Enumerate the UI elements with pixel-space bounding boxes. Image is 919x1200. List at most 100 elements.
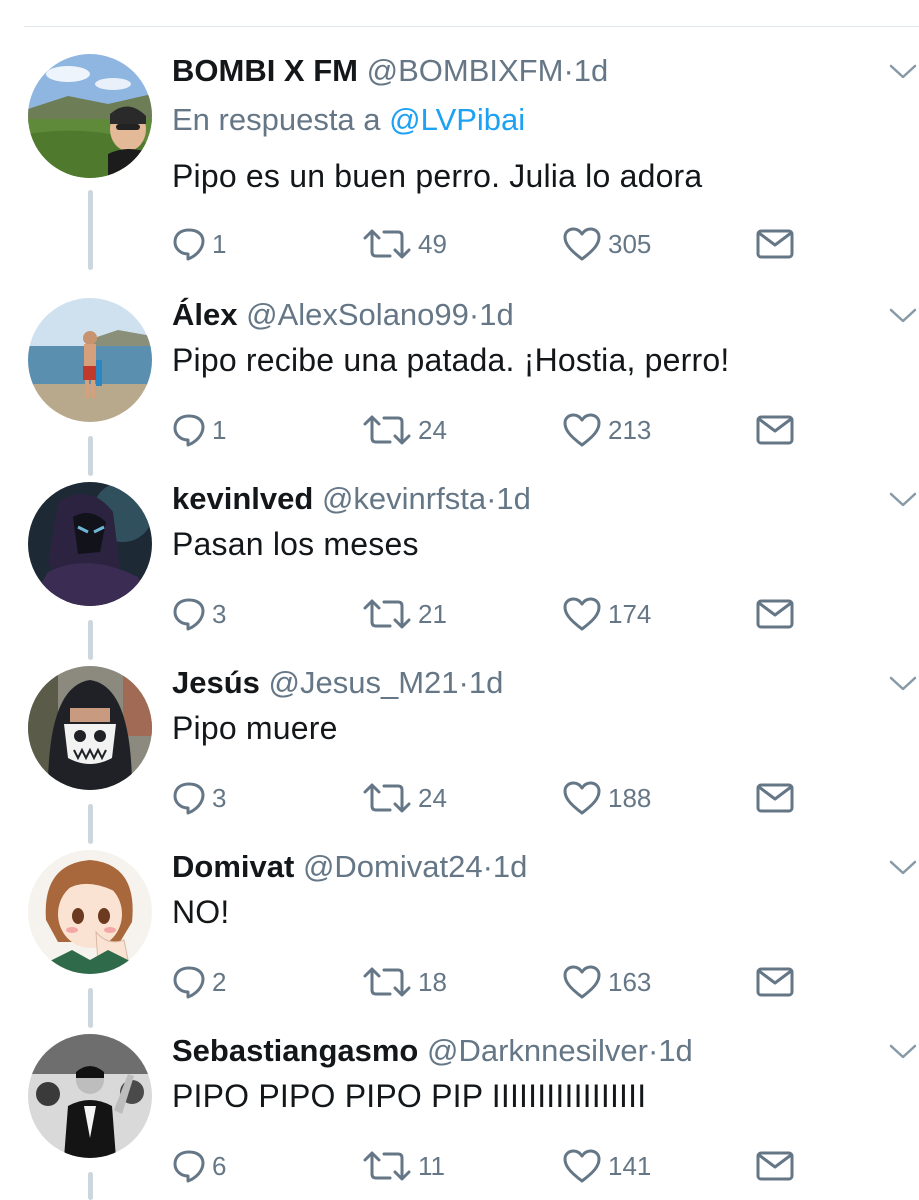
tweet-actions: 1 24 213 [172, 410, 812, 450]
retweet-count: 24 [418, 414, 447, 445]
avatar-dark-character-image [28, 482, 152, 606]
tweet-text: Pipo es un buen perro. Julia lo adora [172, 158, 703, 194]
tweet-text: Pipo recibe una patada. ¡Hostia, perro! [172, 342, 730, 378]
envelope-icon [756, 599, 794, 629]
direct-message-button[interactable] [756, 224, 794, 264]
reply-button[interactable]: 3 [172, 778, 226, 818]
reply-count: 3 [212, 782, 227, 813]
thread-connector [88, 190, 93, 270]
retweet-count: 11 [418, 1150, 445, 1181]
display-name[interactable]: kevinlved [172, 481, 313, 516]
display-name[interactable]: Álex [172, 297, 237, 332]
thread-connector [88, 1172, 93, 1200]
like-count: 174 [608, 598, 652, 629]
timestamp[interactable]: 1d [493, 849, 527, 884]
reply-button[interactable]: 6 [172, 1146, 226, 1186]
retweet-count: 24 [418, 782, 447, 813]
envelope-icon [756, 1151, 794, 1181]
user-handle[interactable]: @Jesus_M21 [269, 665, 459, 700]
avatar[interactable] [28, 666, 152, 790]
retweet-button[interactable]: 24 [362, 778, 447, 818]
timestamp[interactable]: 1d [479, 297, 513, 332]
tweet-actions: 1 49 305 [172, 224, 812, 264]
retweet-count: 18 [418, 966, 447, 997]
like-button[interactable]: 305 [562, 224, 651, 264]
retweet-icon [363, 783, 411, 813]
display-name[interactable]: BOMBI X FM [172, 53, 358, 88]
reply-icon [173, 414, 205, 447]
avatar[interactable] [28, 298, 152, 422]
user-handle[interactable]: @Darknnesilver [427, 1033, 648, 1068]
retweet-icon [363, 415, 411, 445]
user-handle[interactable]: @Domivat24 [303, 849, 483, 884]
reply-count: 1 [212, 228, 227, 259]
chevron-down-icon[interactable] [888, 674, 918, 694]
separator-dot: · [486, 481, 497, 516]
retweet-button[interactable]: 11 [362, 1146, 445, 1186]
separator-dot: · [468, 297, 480, 332]
retweet-icon [363, 229, 411, 259]
reply-count: 1 [212, 414, 227, 445]
display-name[interactable]: Jesús [172, 665, 260, 700]
user-handle[interactable]: @AlexSolano99 [246, 297, 469, 332]
reply-count: 6 [212, 1150, 227, 1181]
avatar-skull-mask-image [28, 666, 152, 790]
like-button[interactable]: 213 [562, 410, 651, 450]
direct-message-button[interactable] [756, 594, 794, 634]
reply-button[interactable]: 3 [172, 594, 226, 634]
avatar[interactable] [28, 482, 152, 606]
timestamp[interactable]: 1d [658, 1033, 692, 1068]
tweet-actions: 3 21 174 [172, 594, 812, 634]
user-handle[interactable]: @BOMBIXFM [367, 53, 564, 88]
retweet-button[interactable]: 18 [362, 962, 447, 1002]
tweet-header: BOMBI X FM @BOMBIXFM·1d [172, 48, 608, 94]
timestamp[interactable]: 1d [469, 665, 503, 700]
display-name[interactable]: Domivat [172, 849, 294, 884]
tweet-header: Domivat @Domivat24·1d [172, 844, 527, 890]
retweet-button[interactable]: 49 [362, 224, 447, 264]
chevron-down-icon[interactable] [888, 62, 918, 82]
thread-connector [88, 436, 93, 476]
mention-link[interactable]: @LVPibai [389, 102, 525, 137]
reply-prefix: En respuesta a [172, 102, 381, 137]
direct-message-button[interactable] [756, 1146, 794, 1186]
reply-button[interactable]: 2 [172, 962, 226, 1002]
avatar[interactable] [28, 54, 152, 178]
chevron-down-icon[interactable] [888, 858, 918, 878]
retweet-button[interactable]: 24 [362, 410, 447, 450]
timestamp[interactable]: 1d [574, 53, 608, 88]
avatar[interactable] [28, 1034, 152, 1158]
reply-icon [173, 782, 205, 815]
timestamp[interactable]: 1d [496, 481, 530, 516]
user-handle[interactable]: @kevinrfsta [322, 481, 486, 516]
retweet-icon [363, 1151, 411, 1181]
chevron-down-icon[interactable] [888, 306, 918, 326]
like-count: 141 [608, 1150, 652, 1181]
like-button[interactable]: 188 [562, 778, 651, 818]
direct-message-button[interactable] [756, 962, 794, 1002]
retweet-button[interactable]: 21 [362, 594, 447, 634]
heart-icon [563, 965, 601, 999]
tweet-header: Sebastiangasmo @Darknnesilver·1d [172, 1028, 693, 1074]
avatar[interactable] [28, 850, 152, 974]
heart-icon [563, 227, 601, 261]
direct-message-button[interactable] [756, 410, 794, 450]
tweet-header: kevinlved @kevinrfsta·1d [172, 476, 531, 522]
separator-dot: · [458, 665, 469, 700]
avatar-black-white-image [28, 1034, 152, 1158]
like-button[interactable]: 141 [562, 1146, 651, 1186]
chevron-down-icon[interactable] [888, 1042, 918, 1062]
heart-icon [563, 781, 601, 815]
direct-message-button[interactable] [756, 778, 794, 818]
chevron-down-icon[interactable] [888, 490, 918, 510]
like-button[interactable]: 174 [562, 594, 651, 634]
reply-button[interactable]: 1 [172, 224, 226, 264]
like-button[interactable]: 163 [562, 962, 651, 1002]
heart-icon [563, 413, 601, 447]
separator-dot: · [482, 849, 493, 884]
reply-button[interactable]: 1 [172, 410, 226, 450]
like-count: 188 [608, 782, 652, 813]
tweet-header: Álex @AlexSolano99·1d [172, 292, 514, 338]
tweet-text: PIPO PIPO PIPO PIP IIIIIIIIIIIIIIIII [172, 1078, 647, 1114]
display-name[interactable]: Sebastiangasmo [172, 1033, 418, 1068]
